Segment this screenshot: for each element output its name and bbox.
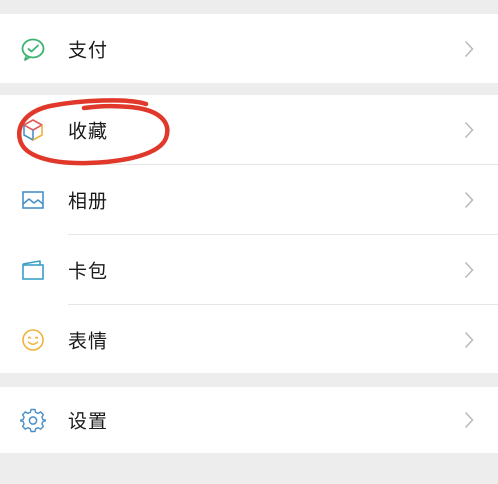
menu-label-cards: 卡包 (68, 260, 109, 283)
menu-item-settings[interactable]: 设置 (0, 387, 498, 453)
payment-group: 支付 (0, 14, 498, 83)
menu-item-album[interactable]: 相册 (0, 165, 498, 235)
gear-icon (20, 407, 46, 433)
menu-label-payment: 支付 (68, 39, 109, 61)
chevron-right-icon (464, 261, 474, 279)
chevron-right-icon (464, 40, 474, 58)
me-menu-screen: 支付 收藏 相册 卡包 表情 设置 (0, 0, 498, 484)
menu-item-favorites[interactable]: 收藏 (0, 95, 498, 165)
features-group: 收藏 相册 卡包 表情 (0, 95, 498, 373)
menu-item-payment[interactable]: 支付 (0, 14, 498, 83)
menu-item-cards[interactable]: 卡包 (0, 235, 498, 305)
menu-item-stickers[interactable]: 表情 (0, 305, 498, 375)
menu-label-stickers: 表情 (68, 330, 109, 353)
chevron-right-icon (464, 191, 474, 209)
wallet-icon (20, 257, 46, 283)
menu-label-settings: 设置 (68, 410, 109, 433)
chevron-right-icon (464, 411, 474, 429)
menu-label-album: 相册 (68, 190, 109, 213)
menu-label-favorites: 收藏 (68, 120, 109, 143)
wechat-pay-icon (20, 36, 46, 62)
chevron-right-icon (464, 121, 474, 139)
cube-icon (20, 117, 46, 143)
chevron-right-icon (464, 331, 474, 349)
picture-icon (20, 187, 46, 213)
smiley-icon (20, 327, 46, 353)
settings-group: 设置 (0, 387, 498, 453)
